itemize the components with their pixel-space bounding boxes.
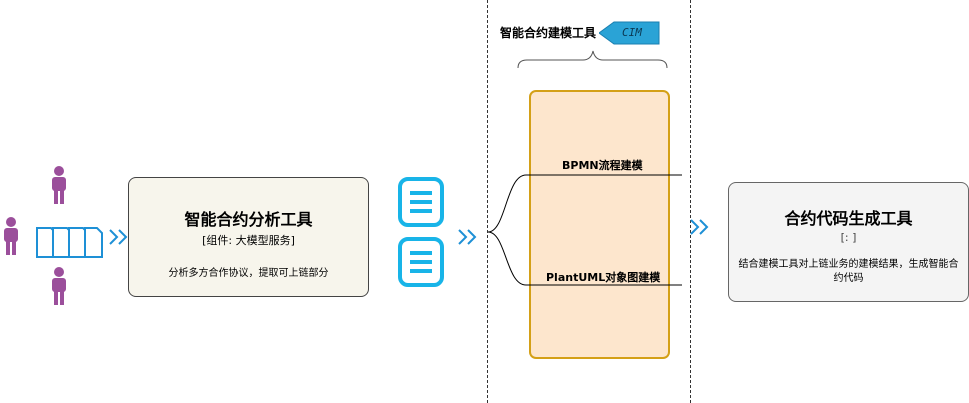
codegen-tool-subtitle: [: ] xyxy=(840,231,857,244)
bpmn-modeling-label: BPMN流程建模 xyxy=(562,159,643,172)
document-icon xyxy=(398,177,444,227)
person-icon xyxy=(52,267,66,305)
analysis-tool-subtitle: [组件: 大模型服务] xyxy=(202,234,295,247)
analysis-tool-description: 分析多方合作协议，提取可上链部分 xyxy=(168,268,329,279)
cim-tag-label: CIM xyxy=(622,26,642,39)
codegen-tool-title: 合约代码生成工具 xyxy=(784,209,913,228)
divider-right xyxy=(690,0,691,403)
codegen-tool-box[interactable]: 合约代码生成工具 [: ] 结合建模工具对上链业务的建模结果，生成智能合约代码 xyxy=(728,182,969,302)
analysis-tool-title: 智能合约分析工具 xyxy=(184,210,313,229)
document-icon xyxy=(398,237,444,287)
double-chevron-right-icon xyxy=(109,229,128,245)
person-icon xyxy=(4,217,18,255)
double-chevron-right-icon xyxy=(690,219,709,235)
documents-icon xyxy=(36,227,103,258)
modeling-tool-header: 智能合约建模工具 xyxy=(500,26,597,40)
plantuml-modeling-label: PlantUML对象图建模 xyxy=(546,271,661,284)
brace xyxy=(517,50,668,69)
codegen-tool-description: 结合建模工具对上链业务的建模结果，生成智能合约代码 xyxy=(738,259,959,284)
analysis-tool-box[interactable]: 智能合约分析工具 [组件: 大模型服务] 分析多方合作协议，提取可上链部分 xyxy=(128,177,369,297)
double-chevron-right-icon xyxy=(458,229,477,245)
person-icon xyxy=(52,166,66,204)
